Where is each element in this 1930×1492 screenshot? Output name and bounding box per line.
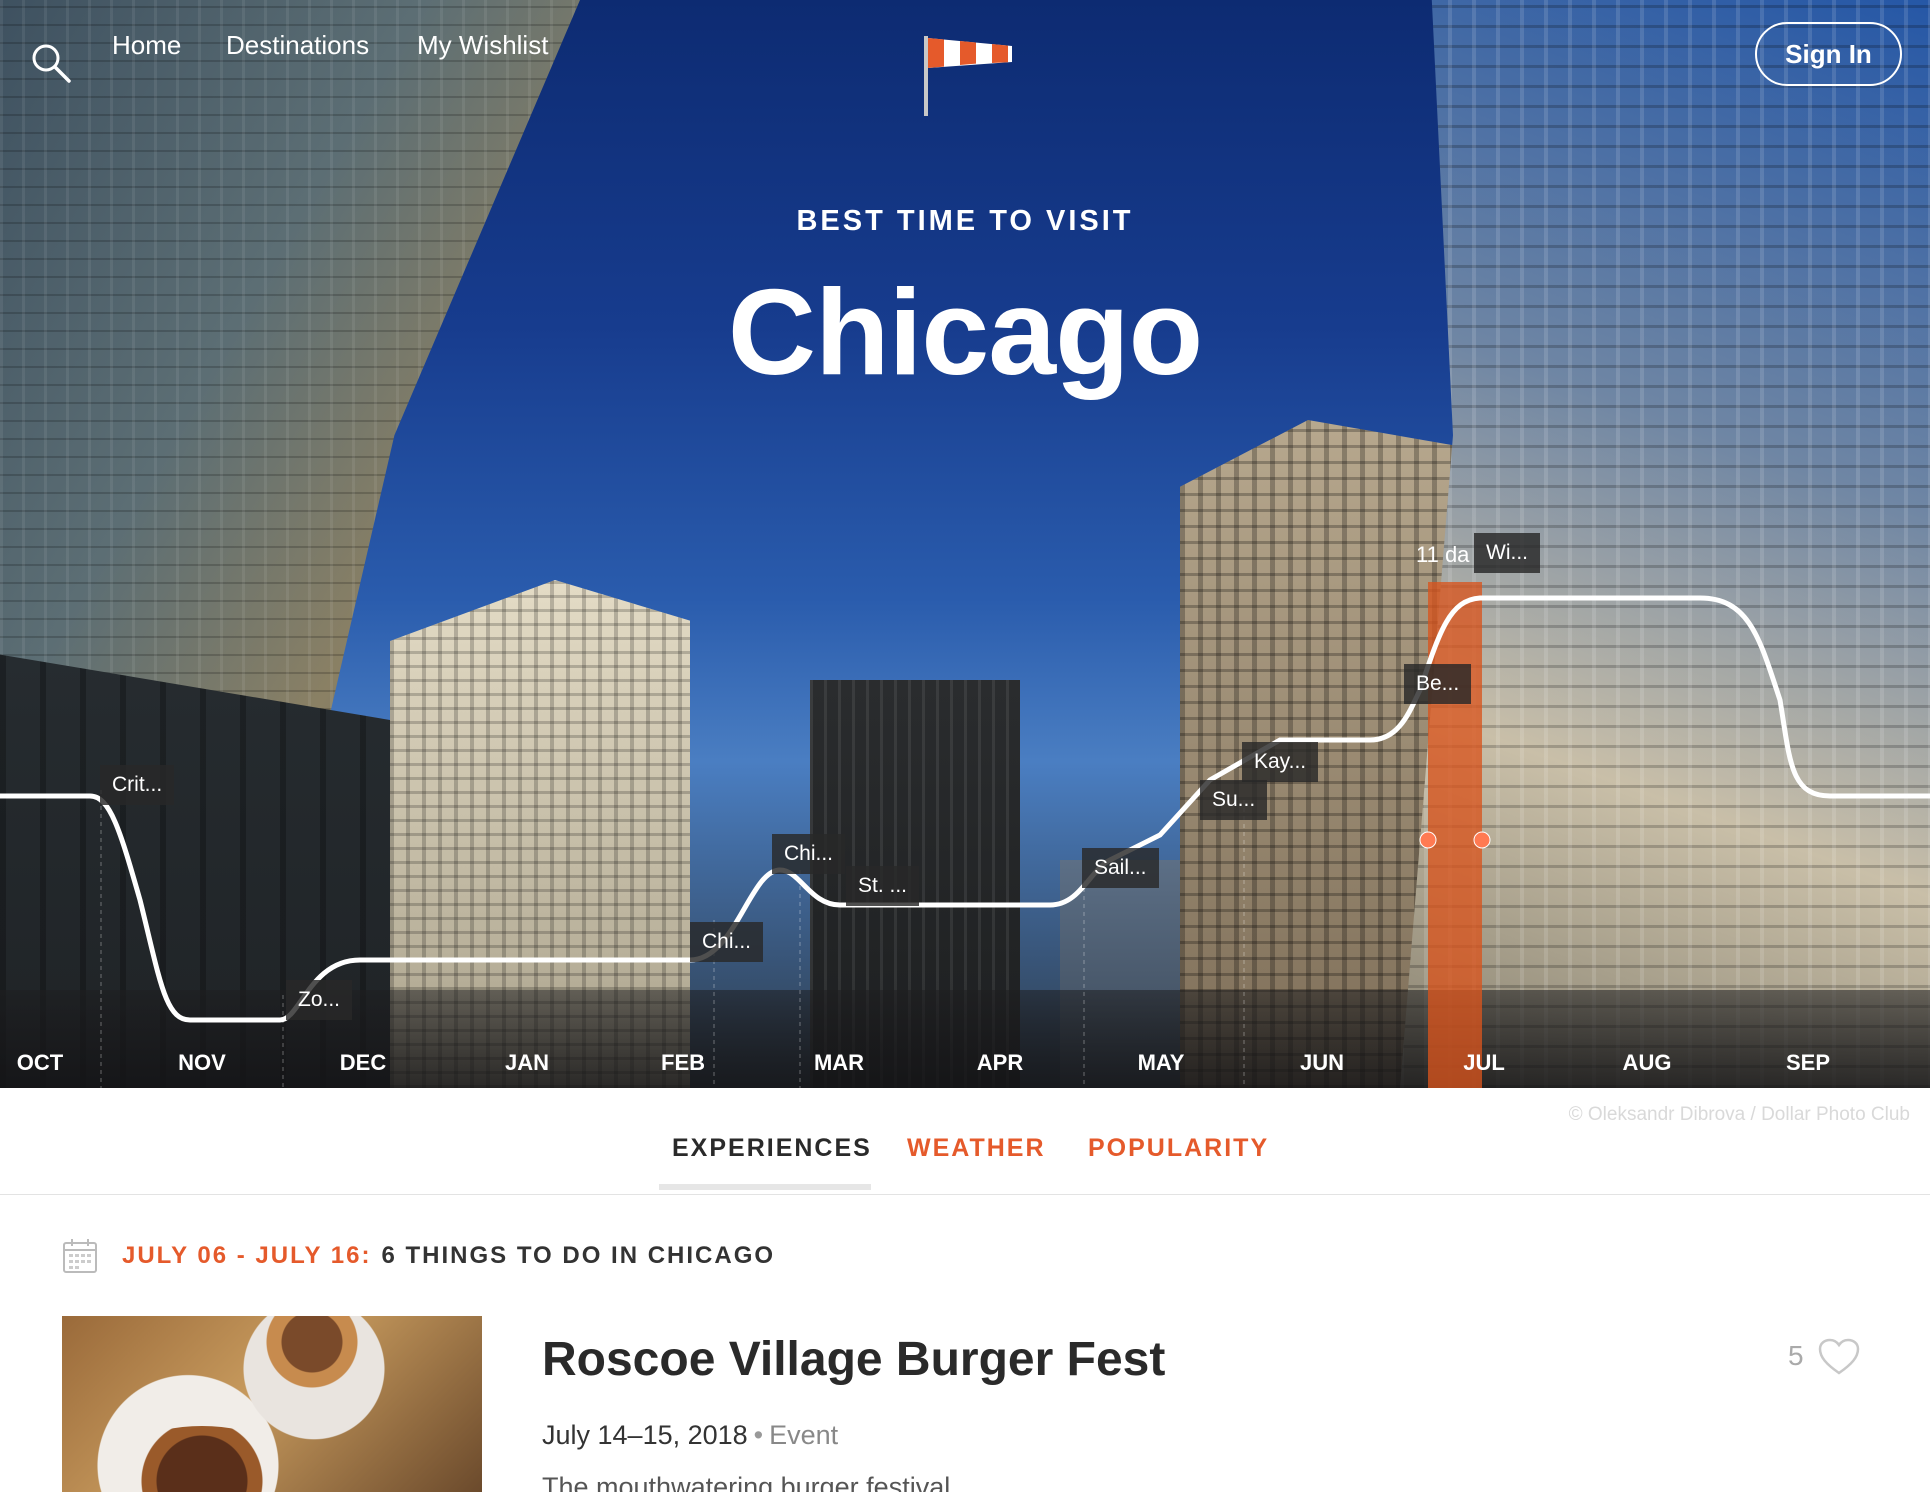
- item-date: July 14–15, 2018: [542, 1420, 748, 1450]
- section-dates: JULY 06 - JULY 16:: [122, 1242, 372, 1269]
- highlight-band[interactable]: [1428, 582, 1482, 1088]
- burger-shape: [102, 1426, 302, 1492]
- search-icon[interactable]: [30, 42, 72, 84]
- tab-popularity[interactable]: POPULARITY: [1088, 1134, 1269, 1163]
- seasonality-chart: 11 da Crit... Zo... Chi... Chi... St. ..…: [0, 0, 1930, 1088]
- nav-wishlist-link[interactable]: My Wishlist: [417, 30, 548, 61]
- highlight-end-marker[interactable]: [1473, 831, 1491, 849]
- item-description: The mouthwatering burger festival: [542, 1472, 951, 1492]
- month-label[interactable]: AUG: [1623, 1050, 1672, 1076]
- section-header: JULY 06 - JULY 16: 6 THINGS TO DO IN CHI…: [62, 1236, 775, 1276]
- chart-svg: [0, 582, 1930, 1088]
- month-label[interactable]: FEB: [661, 1050, 705, 1076]
- month-label[interactable]: JUN: [1300, 1050, 1344, 1076]
- event-chip[interactable]: Chi...: [772, 834, 846, 874]
- calendar-icon: [63, 1239, 97, 1273]
- item-meta: July 14–15, 2018 • Event: [542, 1420, 838, 1451]
- active-tab-indicator: [659, 1184, 871, 1190]
- month-label[interactable]: APR: [977, 1050, 1023, 1076]
- tab-bar: EXPERIENCES WEATHER POPULARITY: [0, 1088, 1930, 1195]
- burger-shape: [242, 1316, 382, 1396]
- event-chip[interactable]: Wi...: [1474, 533, 1540, 573]
- month-gridlines: [100, 790, 1245, 1088]
- hero-kicker: BEST TIME TO VISIT: [796, 205, 1134, 237]
- tab-weather[interactable]: WEATHER: [907, 1134, 1046, 1163]
- event-chip[interactable]: Be...: [1404, 664, 1472, 704]
- page-title: Chicago: [727, 264, 1203, 400]
- item-thumbnail[interactable]: [62, 1316, 482, 1492]
- event-chip[interactable]: Sail...: [1082, 848, 1159, 888]
- nav-destinations-link[interactable]: Destinations: [226, 30, 369, 61]
- heart-icon[interactable]: [1818, 1338, 1860, 1376]
- tab-experiences[interactable]: EXPERIENCES: [672, 1134, 872, 1163]
- item-type: Event: [769, 1420, 839, 1450]
- highlight-days-label: 11 da: [1416, 542, 1470, 567]
- month-label[interactable]: NOV: [178, 1050, 226, 1076]
- month-label[interactable]: JAN: [505, 1050, 549, 1076]
- month-label[interactable]: OCT: [17, 1050, 63, 1076]
- meta-separator: •: [753, 1420, 764, 1450]
- like-count: 5: [1788, 1340, 1804, 1371]
- event-chip[interactable]: Su...: [1200, 780, 1268, 820]
- event-chip[interactable]: Kay...: [1242, 742, 1319, 782]
- event-chip[interactable]: St. ...: [846, 866, 920, 906]
- item-title[interactable]: Roscoe Village Burger Fest: [542, 1332, 1165, 1387]
- month-label[interactable]: DEC: [340, 1050, 386, 1076]
- event-chip[interactable]: Crit...: [100, 765, 175, 805]
- month-label[interactable]: MAR: [814, 1050, 864, 1076]
- section-title: 6 THINGS TO DO IN CHICAGO: [381, 1242, 776, 1269]
- top-nav: Home Destinations My Wishlist Sign In: [0, 0, 1930, 116]
- month-label[interactable]: JUL: [1463, 1050, 1505, 1076]
- sign-in-button[interactable]: Sign In: [1755, 22, 1902, 86]
- event-chip[interactable]: Chi...: [690, 922, 764, 962]
- nav-home-link[interactable]: Home: [112, 30, 181, 61]
- month-label[interactable]: MAY: [1138, 1050, 1185, 1076]
- windsock-logo-icon[interactable]: [920, 32, 1016, 118]
- month-label[interactable]: SEP: [1786, 1050, 1830, 1076]
- event-chip[interactable]: Zo...: [286, 980, 353, 1020]
- highlight-start-marker[interactable]: [1419, 831, 1437, 849]
- popularity-curve: [0, 595, 1930, 1023]
